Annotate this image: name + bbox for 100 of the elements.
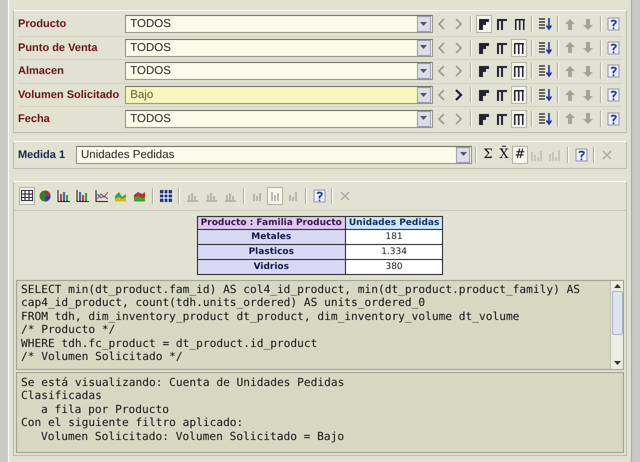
filter-dropdown[interactable]: TODOS <box>125 110 432 128</box>
filter-dropdown[interactable]: TODOS <box>125 38 432 57</box>
layout-icon <box>512 17 527 32</box>
help-icon <box>574 148 588 162</box>
summary-line: Volumen Solicitado: Volumen Solicitado = Bajo <box>40 430 346 444</box>
chevron-left-icon <box>437 65 446 78</box>
table-view-button[interactable] <box>19 186 35 205</box>
help-icon <box>606 17 620 32</box>
layout-icon <box>512 112 526 126</box>
arrow-up-icon <box>564 18 576 31</box>
sort-icon <box>538 40 552 55</box>
sort-icon <box>538 17 552 32</box>
summary-line: Clasificadas <box>21 389 103 403</box>
dropdown-arrow-icon <box>420 92 427 98</box>
layout-button[interactable] <box>511 86 528 104</box>
dropdown-arrow-icon <box>420 116 427 122</box>
layout-button[interactable] <box>511 38 528 57</box>
table-cell: 380 <box>345 259 443 274</box>
table-cell: 1.334 <box>345 244 443 260</box>
layout-icon <box>512 64 526 78</box>
grid-icon[interactable] <box>160 190 172 202</box>
help-button[interactable] <box>606 38 621 57</box>
arrow-down-icon <box>582 88 594 102</box>
bar-chart-icon[interactable] <box>76 190 89 202</box>
chevron-left-icon <box>437 112 446 125</box>
scrollbar[interactable] <box>610 280 623 369</box>
measure-label: Medida 1 <box>18 148 66 161</box>
help-button[interactable] <box>606 62 621 80</box>
sql-text: SELECT min(dt_product.fam_id) AS col4_id_product, min(dt_product.product_family) AS cap4_id_product, count(tdh.units_ordered) AS units_ordered_0 FROM tdh, dim_inventory_product dt_product, dim_inventory_volume dt_volume /* Producto */ WHERE tdh.fc_product = dt_product.id_product /* Volumen Solicitado */ <box>20 282 582 366</box>
layout-icon <box>477 17 492 32</box>
layout-icon <box>477 40 492 55</box>
filter-label: Producto <box>18 18 68 30</box>
chevron-right-icon <box>454 18 463 30</box>
help-icon <box>606 112 620 126</box>
chevron-left-icon <box>437 89 446 102</box>
row-header: Metales <box>197 229 346 244</box>
arrow-up-icon <box>564 41 576 54</box>
chart-option-icon <box>269 190 281 202</box>
help-icon <box>606 64 620 78</box>
filter-label: Punto de Venta <box>18 42 98 54</box>
line-chart-icon[interactable] <box>95 190 108 202</box>
dropdown-arrow-icon <box>460 152 466 158</box>
table-cell: 181 <box>345 229 443 244</box>
filter-label: Fecha <box>18 112 51 125</box>
chevron-right-icon <box>454 65 463 78</box>
help-button[interactable] <box>311 186 327 205</box>
scroll-down-icon[interactable] <box>614 360 620 366</box>
pie-chart-icon[interactable] <box>39 190 51 202</box>
filter-label: Almacen <box>18 65 65 78</box>
layout-icon <box>494 88 509 102</box>
layout-icon <box>494 112 509 126</box>
layout-button[interactable] <box>511 110 528 128</box>
layout-icon <box>477 88 492 102</box>
aggregate-button[interactable]: # <box>512 146 528 164</box>
arrow-down-icon <box>582 112 594 126</box>
arrow-up-icon <box>564 64 576 78</box>
arrow-down-icon <box>582 64 594 78</box>
column-header: Unidades Pedidas <box>345 216 443 230</box>
chevron-right-icon <box>454 112 463 125</box>
row-header: Vidrios <box>197 259 346 274</box>
column-header: Producto : Familia Producto <box>197 216 346 230</box>
summary-line: a fila por Producto <box>40 402 170 416</box>
bar-chart-icon[interactable] <box>57 190 70 202</box>
help-button[interactable] <box>606 110 621 128</box>
help-button[interactable] <box>573 146 589 164</box>
layout-button[interactable] <box>476 15 492 34</box>
layout-icon <box>495 17 510 32</box>
dropdown-arrow-icon <box>420 45 427 50</box>
close-icon <box>602 150 612 160</box>
dropdown-arrow-icon <box>420 22 427 27</box>
row-header: Plasticos <box>197 244 346 260</box>
aggregate-button[interactable]: X̄ <box>496 146 512 164</box>
help-button[interactable] <box>606 15 621 34</box>
chevron-left-icon <box>437 18 446 30</box>
chevron-left-icon <box>437 42 446 54</box>
filter-dropdown[interactable]: Bajo <box>125 86 432 104</box>
area-chart-icon[interactable] <box>133 190 146 202</box>
help-icon <box>606 40 620 55</box>
help-icon <box>606 88 620 102</box>
summary-line: Se está visualizando: Cuenta de Unidades Pedidas <box>21 376 346 390</box>
sort-icon <box>538 88 552 102</box>
chevron-right-icon <box>454 42 463 54</box>
layout-icon <box>494 64 509 78</box>
dropdown-arrow-icon <box>420 68 427 74</box>
table-icon <box>21 190 33 202</box>
arrow-up-icon <box>564 112 576 126</box>
aggregate-button[interactable]: Σ <box>480 146 496 164</box>
chevron-right-icon <box>454 89 463 102</box>
help-icon <box>312 188 326 203</box>
help-button[interactable] <box>606 86 621 104</box>
arrow-down-icon <box>582 18 594 31</box>
filter-dropdown[interactable]: TODOS <box>125 62 432 80</box>
sort-icon <box>538 112 552 126</box>
measure-dropdown[interactable]: Unidades Pedidas <box>76 146 472 164</box>
layout-icon <box>512 40 526 55</box>
sort-icon <box>538 64 552 78</box>
filter-dropdown[interactable]: TODOS <box>125 15 432 34</box>
layout-icon <box>494 40 509 55</box>
layout-icon <box>477 112 492 126</box>
layout-button[interactable] <box>511 62 528 80</box>
